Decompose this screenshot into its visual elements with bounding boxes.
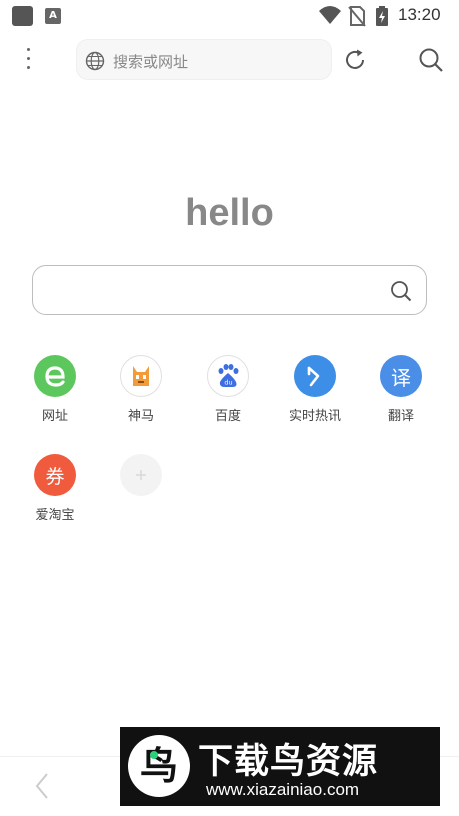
- shortcut-label: 网址: [41, 409, 68, 424]
- coupon-icon: 券: [34, 454, 76, 496]
- home-title: hello: [185, 192, 274, 234]
- coupon-glyph: 券: [45, 465, 65, 488]
- shortcut-label: 爱淘宝: [35, 508, 75, 523]
- browser-toolbar: 搜索或网址: [0, 36, 459, 84]
- globe-icon: [85, 51, 105, 71]
- shortcut-label: 百度: [214, 409, 241, 424]
- watermark-banner: 鸟 下载鸟资源 www.xiazainiao.com: [120, 727, 440, 806]
- shortcut-ai-taobao[interactable]: 券 爱淘宝: [20, 454, 90, 523]
- add-icon: [120, 454, 162, 496]
- shortcut-add[interactable]: [106, 454, 176, 496]
- browser-screen: A 13:20 搜索或网址 hello 网址 神马 du 百度 实时热讯 译 翻…: [0, 0, 459, 816]
- arrow-icon: [294, 355, 336, 397]
- refresh-icon[interactable]: [343, 48, 367, 72]
- shortcut-label: 翻译: [387, 409, 414, 424]
- menu-icon[interactable]: [22, 46, 36, 72]
- translate-icon: 译: [380, 355, 422, 397]
- shortcut-shenma[interactable]: 神马: [106, 355, 176, 424]
- svg-text:鸟: 鸟: [140, 744, 178, 788]
- shortcut-label: 神马: [127, 409, 154, 424]
- svg-text:du: du: [224, 379, 232, 387]
- shortcut-translate[interactable]: 译 翻译: [366, 355, 436, 424]
- translate-glyph: 译: [391, 365, 411, 390]
- battery-charging-icon: [376, 6, 388, 26]
- url-placeholder: 搜索或网址: [113, 53, 189, 71]
- watermark-logo: 鸟: [128, 735, 190, 797]
- baidu-icon: du: [207, 355, 249, 397]
- shortcut-wangzhi[interactable]: 网址: [20, 355, 90, 424]
- wifi-icon: [319, 6, 341, 24]
- shortcut-baidu[interactable]: du 百度: [193, 355, 263, 424]
- e-icon: [34, 355, 76, 397]
- watermark-title: 下载鸟资源: [198, 742, 379, 782]
- url-bar[interactable]: 搜索或网址: [76, 39, 332, 80]
- accessibility-icon: A: [45, 8, 61, 24]
- status-bar: A 13:20: [0, 0, 459, 32]
- home-search-input[interactable]: [32, 265, 427, 315]
- no-sim-icon: [348, 6, 366, 27]
- back-icon[interactable]: [32, 771, 52, 801]
- watermark-url: www.xiazainiao.com: [206, 780, 360, 799]
- search-icon[interactable]: [418, 47, 444, 73]
- shortcut-label: 实时热讯: [288, 409, 341, 424]
- shortcut-hot-news[interactable]: 实时热讯: [280, 355, 350, 424]
- shenma-icon: [120, 355, 162, 397]
- app-icon: [12, 6, 33, 26]
- clock: 13:20: [398, 5, 441, 24]
- search-icon[interactable]: [390, 280, 412, 302]
